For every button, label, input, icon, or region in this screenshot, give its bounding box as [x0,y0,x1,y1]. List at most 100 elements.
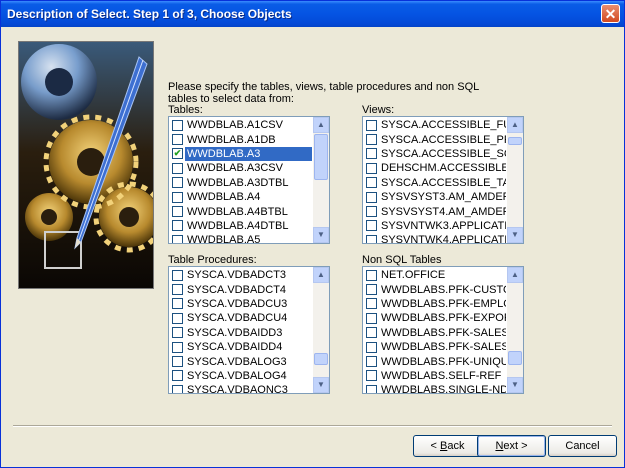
checkbox[interactable] [366,191,377,203]
checkbox[interactable] [172,234,183,243]
checkbox[interactable] [366,356,377,368]
scroll-up-icon[interactable]: ▲ [313,117,329,133]
scroll-up-icon[interactable]: ▲ [313,267,329,283]
scroll-down-icon[interactable]: ▼ [313,377,329,393]
list-item[interactable]: SYSCA.VDBADCT4 [170,282,312,296]
list-item[interactable]: SYSCA.ACCESSIBLE_SCHEMA [364,147,506,161]
list-item[interactable]: DEHSCHM.ACCESSIBLE_TABL [364,161,506,175]
list-item[interactable]: SYSVNTWK3.APPLICATION [364,219,506,233]
checkbox[interactable] [172,370,183,382]
scroll-down-icon[interactable]: ▼ [313,227,329,243]
vertical-scrollbar[interactable]: ▲ ▼ [313,267,329,393]
checkbox[interactable] [172,206,183,218]
list-item[interactable]: SYSCA.VDBAIDD4 [170,340,312,354]
scroll-thumb[interactable] [314,133,328,180]
list-item[interactable]: SYSCA.ACCESSIBLE_TABLES [364,176,506,190]
list-item[interactable]: WWDBLAB.A5 [170,233,312,243]
checkbox[interactable] [366,341,377,353]
checkbox[interactable] [172,341,183,353]
checkbox[interactable] [172,134,183,146]
list-item[interactable]: SYSVSYST3.AM_AMDEP [364,190,506,204]
list-item[interactable]: WWDBLABS.PFK-SALES-LINE [364,326,506,340]
checkbox[interactable] [172,284,183,296]
list-item[interactable]: SYSCA.VDBAQNC3 [170,383,312,393]
checkbox[interactable] [366,148,377,160]
checkbox[interactable] [172,191,183,203]
list-item[interactable]: WWDBLABS.PFK-CUSTOMER [364,282,506,296]
back-button[interactable]: < Back [413,435,482,457]
vertical-scrollbar[interactable]: ▲ ▼ [507,267,523,393]
checkbox[interactable] [366,177,377,189]
checkbox[interactable] [366,312,377,324]
tables-listbox[interactable]: WWDBLAB.A1CSV WWDBLAB.A1DB ✔ WWDBLAB.A3 WWDB… [168,116,330,244]
list-item[interactable]: WWDBLAB.A3CSV [170,161,312,175]
vertical-scrollbar[interactable]: ▲ ▼ [313,117,329,243]
checkbox[interactable] [366,119,377,131]
list-item-label: WWDBLABS.PFK-SALES-ORDE [381,341,506,354]
list-item[interactable]: WWDBLABS.PFK-EMPLOYEE [364,297,506,311]
list-item[interactable]: SYSCA.ACCESSIBLE_PROCS [364,132,506,146]
close-button[interactable]: ✕ [601,4,620,23]
scroll-down-icon[interactable]: ▼ [507,377,523,393]
checkbox[interactable] [366,298,377,310]
list-item[interactable]: WWDBLAB.A4BTBL [170,204,312,218]
checkbox[interactable] [366,134,377,146]
scroll-down-icon[interactable]: ▼ [507,227,523,243]
checkbox[interactable] [366,220,377,232]
checkbox[interactable] [172,356,183,368]
checkbox[interactable]: ✔ [172,148,183,160]
checkbox[interactable] [366,384,377,393]
checkbox[interactable] [172,177,183,189]
list-item[interactable]: SYSVSYST4.AM_AMDEP [364,204,506,218]
scroll-up-icon[interactable]: ▲ [507,267,523,283]
checkbox[interactable] [172,298,183,310]
checkbox[interactable] [366,234,377,243]
list-item[interactable]: WWDBLABS.PFK-SALES-ORDE [364,340,506,354]
list-item[interactable]: SYSCA.VDBAIDD3 [170,326,312,340]
checkbox[interactable] [366,206,377,218]
list-item[interactable]: SYSVNTWK4.APPLICATION [364,233,506,243]
list-item-label: SYSCA.VDBALOG4 [187,369,287,382]
list-item-label: WWDBLAB.A4DTBL [187,219,289,232]
list-item[interactable]: SYSCA.VDBADCU4 [170,311,312,325]
list-item[interactable]: WWDBLABS.SINGLE-NDX-TES [364,383,506,393]
checkbox[interactable] [172,269,183,281]
list-item[interactable]: WWDBLAB.A1CSV [170,118,312,132]
scroll-thumb[interactable] [508,137,522,146]
list-item[interactable]: SYSCA.VDBALOG3 [170,354,312,368]
checkbox[interactable] [366,327,377,339]
title-bar[interactable]: Description of Select. Step 1 of 3, Choo… [1,1,624,27]
next-button[interactable]: Next > [477,435,546,457]
list-item[interactable]: SYSCA.VDBADCU3 [170,297,312,311]
list-item[interactable]: WWDBLAB.A4 [170,190,312,204]
table-procedures-listbox[interactable]: SYSCA.VDBADCT3 SYSCA.VDBADCT4 SYSCA.VDBADC… [168,266,330,394]
checkbox[interactable] [366,269,377,281]
checkbox[interactable] [172,119,183,131]
list-item[interactable]: WWDBLABS.SELF-REF [364,369,506,383]
scroll-thumb[interactable] [314,352,328,365]
checkbox[interactable] [172,220,183,232]
scroll-up-icon[interactable]: ▲ [507,117,523,133]
checkbox[interactable] [366,370,377,382]
list-item[interactable]: NET.OFFICE [364,268,506,282]
list-item[interactable]: ✔ WWDBLAB.A3 [170,146,312,161]
checkbox[interactable] [172,312,183,324]
cancel-button[interactable]: Cancel [548,435,617,457]
scroll-thumb[interactable] [508,351,522,365]
list-item[interactable]: WWDBLAB.A3DTBL [170,176,312,190]
list-item[interactable]: SYSCA.ACCESSIBLE_FUNCS [364,118,506,132]
checkbox[interactable] [172,384,183,393]
checkbox[interactable] [366,284,377,296]
vertical-scrollbar[interactable]: ▲ ▼ [507,117,523,243]
non-sql-tables-listbox[interactable]: NET.OFFICEWWDBLABS.PFK-CUSTOMERWWDBLABS.… [362,266,524,394]
list-item[interactable]: WWDBLABS.PFK-UNIQUE-PRO [364,354,506,368]
list-item[interactable]: WWDBLAB.A4DTBL [170,219,312,233]
list-item[interactable]: SYSCA.VDBALOG4 [170,369,312,383]
list-item[interactable]: SYSCA.VDBADCT3 [170,268,312,282]
list-item[interactable]: WWDBLAB.A1DB [170,132,312,146]
checkbox[interactable] [366,162,377,174]
checkbox[interactable] [172,162,183,174]
checkbox[interactable] [172,327,183,339]
list-item[interactable]: WWDBLABS.PFK-EXPORTTES [364,311,506,325]
views-listbox[interactable]: SYSCA.ACCESSIBLE_FUNCSSYSCA.ACCESSIBLE_P… [362,116,524,244]
